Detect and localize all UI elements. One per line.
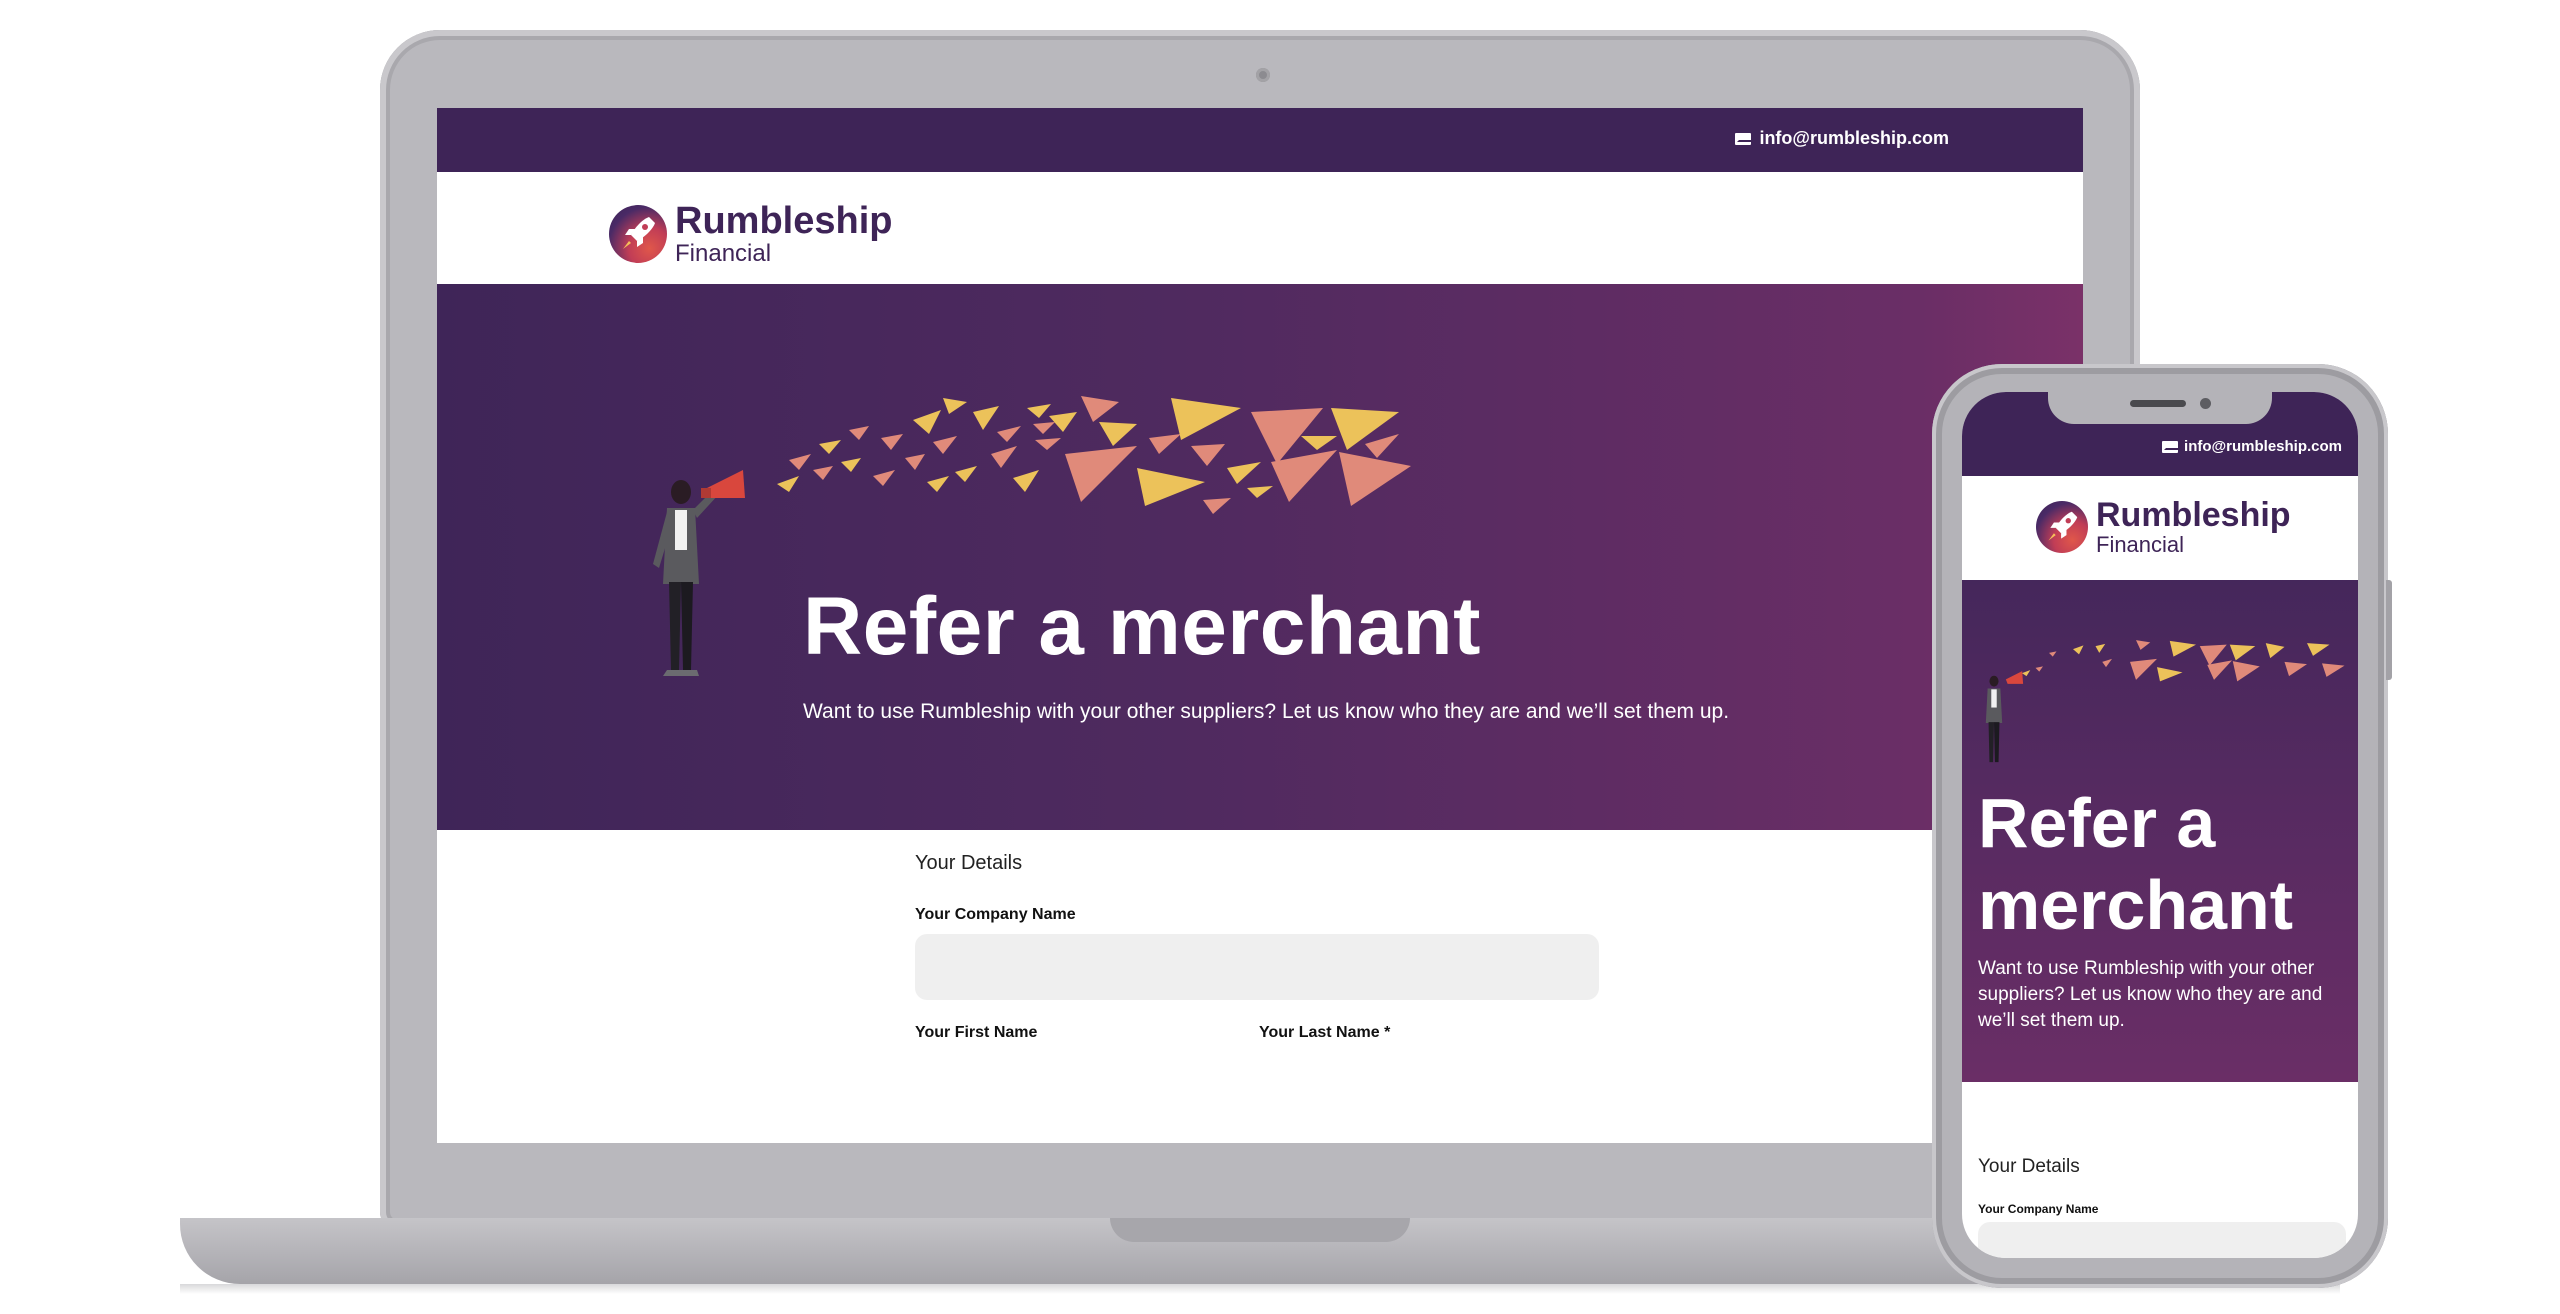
megaphone-illustration [653,470,745,676]
last-name-label: Your Last Name * [1259,1024,1391,1041]
envelope-icon [2162,440,2181,453]
email-link[interactable]: info@rumbleship.com [1735,128,1949,149]
top-bar: info@rumbleship.com [437,108,2083,172]
laptop-base-notch [1110,1218,1410,1242]
mobile-brand-name: Rumbleship [2096,496,2291,534]
paper-planes-illustration [777,396,1411,514]
brand-name: Rumbleship [675,200,893,242]
email-text: info@rumbleship.com [1759,128,1949,148]
mobile-title-line-1: Refer a [1978,784,2216,862]
megaphone-illustration [1985,671,2024,763]
company-name-label: Your Company Name [915,906,1076,923]
mobile-paper-planes-illustration [2022,640,2345,682]
mobile-page-subtitle: Want to use Rumbleship with your other s… [1978,958,2323,1031]
first-name-label: Your First Name [915,1024,1038,1041]
mobile-site-header: Rumbleship Financial [1962,476,2358,580]
rocket-logo-icon [2036,501,2088,553]
paper-plane-icon [777,396,1411,514]
hero-banner: Refer a merchant Want to use Rumbleship … [437,284,2083,830]
envelope-icon [1735,132,1754,145]
mobile-brand-sub: Financial [2096,532,2185,557]
site-header: Rumbleship Financial [437,172,2083,284]
mobile-title-line-2: merchant [1978,866,2294,944]
page-subtitle: Want to use Rumbleship with your other s… [803,700,1730,723]
page-title: Refer a merchant [803,581,1481,672]
mobile-email-text: info@rumbleship.com [2184,438,2342,455]
rocket-logo-icon [609,205,667,263]
mobile-brand-logo[interactable]: Rumbleship Financial [2036,498,2291,556]
mobile-form-section-heading: Your Details [1978,1156,2080,1177]
brand-logo[interactable]: Rumbleship Financial [609,202,892,266]
phone-side-button [2386,580,2392,680]
mobile-company-name-label: Your Company Name [1978,1202,2099,1216]
phone-speaker [2130,400,2186,407]
phone-notch [2048,392,2272,424]
mobile-page-title: Refer a merchant [1978,782,2348,946]
phone-camera [2200,398,2211,409]
mobile-email-link[interactable]: info@rumbleship.com [2162,438,2342,455]
brand-sub: Financial [675,240,772,267]
company-name-input[interactable] [915,934,1599,1000]
mobile-company-name-input[interactable] [1978,1222,2346,1258]
laptop-camera [1256,68,1270,82]
form-section-heading: Your Details [915,852,1023,874]
phone-screen: info@rumbleship.com Rumbleship Financial [1962,392,2358,1258]
laptop-screen: info@rumbleship.com Rumbleship Financial [437,108,2083,1143]
